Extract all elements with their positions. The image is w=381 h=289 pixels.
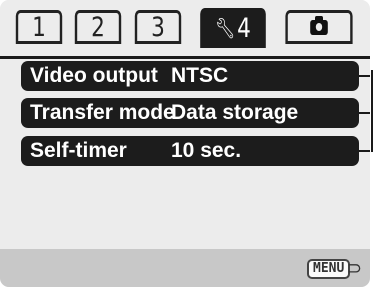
tab-4-label: 4: [237, 12, 251, 44]
connector-line: [359, 150, 370, 152]
tab-3[interactable]: 3: [134, 10, 182, 44]
menu-item-transfer-mode[interactable]: Transfer mode Data storage: [21, 98, 359, 128]
tab-1-label: 1: [32, 11, 46, 43]
camera-menu-screen: 1 2 3 🔧︎ 4 Video output NTSC Transfer mo…: [0, 0, 370, 287]
menu-item-label: Video output: [30, 64, 158, 87]
footer-bar: MENU ⊃: [0, 249, 370, 287]
connector-line: [359, 112, 370, 114]
return-arrow-icon: ⊃: [347, 258, 363, 279]
menu-item-label: Self-timer: [30, 139, 127, 162]
connector-line: [359, 75, 370, 77]
menu-item-value: 10 sec.: [171, 139, 242, 162]
menu-item-video-output[interactable]: Video output NTSC: [21, 61, 359, 91]
tab-setup-4[interactable]: 🔧︎ 4: [200, 8, 266, 48]
menu-item-label: Transfer mode: [30, 101, 175, 124]
tab-2-label: 2: [91, 11, 105, 43]
menu-button[interactable]: MENU: [307, 259, 351, 279]
tab-3-label: 3: [151, 11, 165, 43]
tab-1[interactable]: 1: [15, 10, 63, 44]
tab-camera[interactable]: [285, 10, 353, 44]
tab-bar: 1 2 3 🔧︎ 4: [0, 0, 370, 59]
camera-icon: [310, 15, 328, 35]
tab-2[interactable]: 2: [74, 10, 122, 44]
menu-item-self-timer[interactable]: Self-timer 10 sec.: [21, 136, 359, 166]
callout-line: [371, 70, 373, 152]
menu-item-value: NTSC: [171, 64, 229, 87]
menu-item-value: Data storage: [171, 101, 299, 124]
wrench-icon: 🔧︎: [215, 16, 236, 40]
